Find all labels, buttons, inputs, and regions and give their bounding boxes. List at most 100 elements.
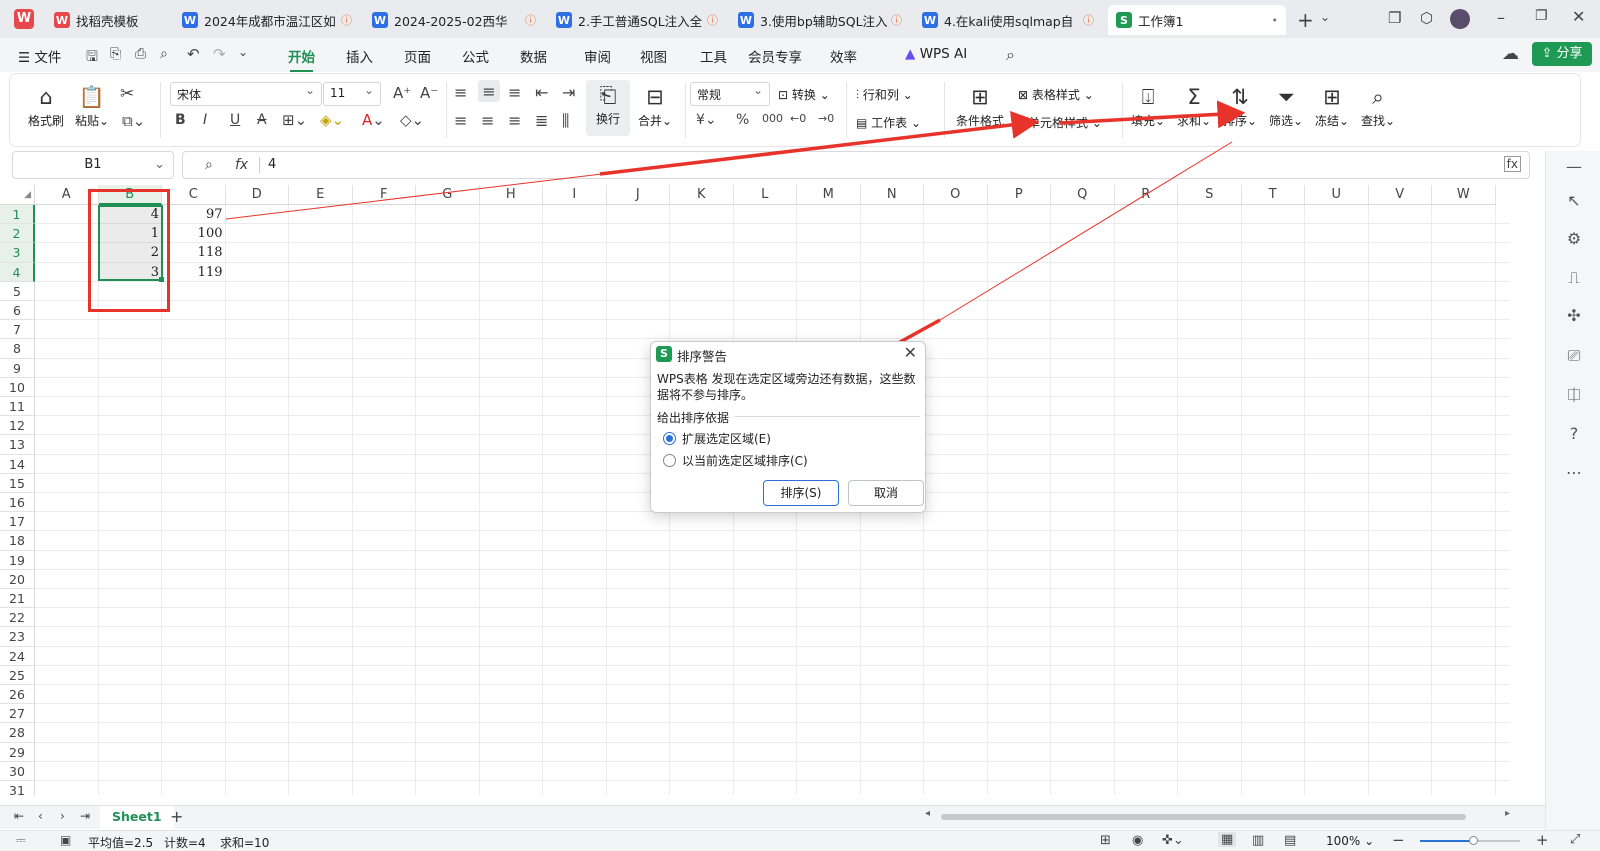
book-icon[interactable]: ⎅: [1563, 385, 1585, 407]
scroll-right-icon[interactable]: ▸: [1505, 808, 1510, 819]
table-style-button[interactable]: ⊠ 表格样式 ⌄: [1018, 86, 1094, 103]
row-header[interactable]: 22: [0, 608, 35, 628]
expand-fx-icon[interactable]: fx: [1503, 156, 1521, 172]
menu-tab-7[interactable]: 视图: [640, 46, 667, 66]
undo-icon[interactable]: ↶: [187, 45, 200, 63]
sliders-icon[interactable]: ⚙: [1563, 229, 1585, 251]
bold-icon[interactable]: B: [175, 112, 186, 128]
column-header[interactable]: U: [1305, 185, 1369, 205]
export-icon[interactable]: ⎘: [110, 46, 121, 62]
tab-4[interactable]: W 2.手工普通SQL注入全 ⓘ: [548, 5, 726, 35]
page-break-icon[interactable]: ▤: [1284, 833, 1296, 848]
indent-increase-icon[interactable]: ⇥: [562, 83, 575, 102]
select-all-corner[interactable]: ◢: [0, 185, 35, 205]
cut-icon[interactable]: ✂: [120, 84, 134, 104]
menu-tab-6[interactable]: 审阅: [584, 46, 611, 66]
wps-ai-button[interactable]: ▲ WPS AI: [905, 46, 967, 62]
row-header[interactable]: 3: [0, 243, 35, 263]
fill-color-icon[interactable]: ◈⌄: [320, 111, 344, 129]
align-left-icon[interactable]: ≡: [454, 111, 467, 130]
h-scroll-thumb[interactable]: [941, 814, 1466, 820]
row-header[interactable]: 23: [0, 627, 35, 647]
quick-access-chevron-icon[interactable]: ⌄: [238, 45, 248, 59]
cell-C2[interactable]: 100: [162, 224, 226, 243]
menu-tab-1[interactable]: 开始: [288, 46, 315, 72]
search-icon[interactable]: ⌕: [1006, 45, 1015, 65]
cell-style-button[interactable]: ⌑ 单元格样式 ⌄: [1018, 114, 1102, 131]
column-header[interactable]: C: [162, 185, 226, 205]
row-header[interactable]: 10: [0, 377, 35, 397]
column-header[interactable]: J: [606, 185, 670, 205]
row-header[interactable]: 24: [0, 646, 35, 666]
minimize-icon[interactable]: –: [1497, 8, 1505, 27]
normal-view-icon[interactable]: ▦: [1218, 832, 1237, 847]
page-layout-icon[interactable]: ▥: [1252, 833, 1264, 848]
fill-button[interactable]: ⍗ 填充⌄: [1126, 82, 1170, 129]
freeze-button[interactable]: ⊞ 冻结⌄: [1310, 82, 1354, 129]
print-preview-icon[interactable]: ⌕: [160, 46, 168, 62]
column-header[interactable]: P: [987, 185, 1051, 205]
underline-icon[interactable]: U: [230, 112, 240, 128]
column-header[interactable]: M: [797, 185, 861, 205]
row-header[interactable]: 25: [0, 665, 35, 685]
column-header[interactable]: I: [543, 185, 607, 205]
tab-7[interactable]: S 工作簿1 •: [1108, 5, 1286, 35]
file-menu[interactable]: ☰ 文件: [18, 46, 61, 66]
dialog-close-icon[interactable]: ✕: [904, 343, 917, 362]
help-icon[interactable]: ?: [1563, 424, 1585, 446]
option-current-radio[interactable]: 以当前选定区域排序(C): [663, 452, 808, 469]
sheet-status-icon[interactable]: ▣: [60, 833, 71, 847]
cell-C4[interactable]: 119: [162, 263, 226, 282]
row-header[interactable]: 31: [0, 781, 35, 795]
thousands-icon[interactable]: 000: [762, 112, 783, 125]
row-header[interactable]: 29: [0, 742, 35, 762]
row-header[interactable]: 11: [0, 397, 35, 417]
find-button[interactable]: ⌕ 查找⌄: [1356, 82, 1400, 129]
column-header[interactable]: T: [1241, 185, 1305, 205]
zoom-formula-icon[interactable]: ⌕: [205, 157, 213, 173]
formula-input[interactable]: ⌕ fx 4 fx: [182, 151, 1530, 179]
eye-icon[interactable]: ◉: [1132, 833, 1143, 848]
horizontal-scrollbar[interactable]: ◂ ▸: [925, 808, 1510, 822]
menu-tab-3[interactable]: 页面: [404, 46, 431, 66]
macro-icon[interactable]: ⎓: [16, 833, 26, 848]
wps-home-icon[interactable]: W: [14, 9, 34, 29]
cell-C3[interactable]: 118: [162, 243, 226, 262]
merge-button[interactable]: ⊟ 合并⌄: [631, 82, 679, 129]
sheet-tab-sheet1[interactable]: Sheet1: [100, 806, 174, 829]
align-bottom-icon[interactable]: ≡: [508, 83, 521, 102]
name-box[interactable]: B1 ⌄: [12, 151, 174, 179]
decimal-increase-icon[interactable]: ←0: [790, 112, 806, 125]
pointer-icon[interactable]: ↖: [1563, 191, 1585, 213]
row-header[interactable]: 15: [0, 473, 35, 493]
tab-3[interactable]: W 2024-2025-02西华 ⓘ: [364, 5, 544, 35]
border-icon[interactable]: ⊞⌄: [282, 111, 307, 129]
clear-format-icon[interactable]: ◇⌄: [400, 111, 424, 129]
zoom-slider-thumb[interactable]: [1469, 836, 1478, 845]
tab-2[interactable]: W 2024年成都市温江区如 ⓘ: [174, 5, 360, 35]
column-header[interactable]: Q: [1051, 185, 1115, 205]
column-header[interactable]: R: [1114, 185, 1178, 205]
justify-icon[interactable]: ≣: [535, 111, 548, 130]
column-header[interactable]: G: [416, 185, 480, 205]
tab-1[interactable]: W 找稻壳模板: [46, 5, 170, 35]
row-header[interactable]: 27: [0, 704, 35, 724]
zoom-slider[interactable]: [1420, 836, 1520, 845]
option-expand-radio[interactable]: 扩展选定区域(E): [663, 430, 771, 447]
font-color-icon[interactable]: A ⌄: [362, 111, 385, 129]
crosshair-icon[interactable]: ✜⌄: [1162, 833, 1184, 848]
avatar[interactable]: [1450, 9, 1470, 29]
currency-icon[interactable]: ¥⌄: [696, 112, 717, 128]
convert-button[interactable]: ⊡ 转换 ⌄: [778, 86, 830, 103]
window-restore-icon[interactable]: ❐: [1388, 9, 1401, 27]
number-format-select[interactable]: 常规: [690, 82, 770, 106]
column-header[interactable]: V: [1368, 185, 1432, 205]
sum-button[interactable]: Σ 求和⌄: [1172, 82, 1216, 129]
cell-C1[interactable]: 97: [162, 205, 226, 224]
wrap-text-button[interactable]: ⎗ 换行: [586, 80, 630, 136]
row-header[interactable]: 21: [0, 589, 35, 609]
menu-tab-5[interactable]: 数据: [520, 46, 547, 66]
column-header[interactable]: N: [860, 185, 924, 205]
next-sheet-icon[interactable]: ›: [60, 809, 65, 823]
last-sheet-icon[interactable]: ⇥: [80, 809, 90, 823]
